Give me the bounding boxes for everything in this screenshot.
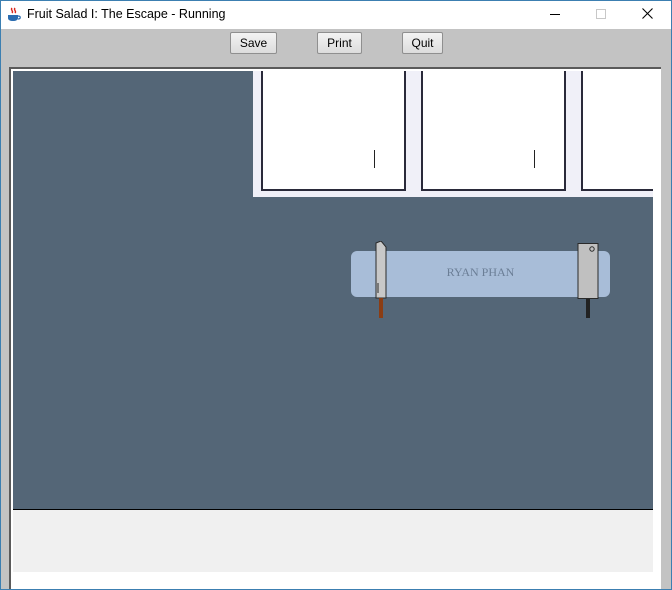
close-icon (641, 6, 653, 24)
app-window: Fruit Salad I: The Escape - Running Save… (0, 0, 672, 590)
minimize-icon (550, 6, 560, 24)
maximize-button[interactable] (578, 1, 624, 29)
canvas-frame: RYAN PHAN (1, 65, 671, 589)
cabinet-door[interactable] (581, 71, 653, 191)
title-bar[interactable]: Fruit Salad I: The Escape - Running (1, 1, 671, 29)
close-button[interactable] (624, 1, 670, 29)
cabinet-handle (374, 150, 375, 168)
maximize-icon (596, 6, 606, 24)
java-coffee-cup-icon (7, 7, 21, 22)
game-scene[interactable]: RYAN PHAN (13, 71, 653, 509)
meat-cleaver-icon[interactable] (577, 243, 599, 324)
cabinet-door[interactable] (261, 71, 406, 191)
window-title: Fruit Salad I: The Escape - Running (27, 7, 226, 21)
cabinet-row (253, 71, 653, 197)
cabinet-handle (534, 150, 535, 168)
print-button[interactable]: Print (317, 32, 362, 54)
status-area (13, 509, 653, 572)
kitchen-knife-icon[interactable] (375, 240, 387, 324)
game-canvas: RYAN PHAN (9, 67, 661, 589)
toolbar: Save Print Quit (1, 29, 671, 65)
knife-rack-label: RYAN PHAN (446, 265, 515, 279)
knife-rack[interactable]: RYAN PHAN (351, 251, 610, 297)
quit-button[interactable]: Quit (402, 32, 443, 54)
save-button[interactable]: Save (230, 32, 277, 54)
minimize-button[interactable] (532, 1, 578, 29)
cabinet-door[interactable] (421, 71, 566, 191)
